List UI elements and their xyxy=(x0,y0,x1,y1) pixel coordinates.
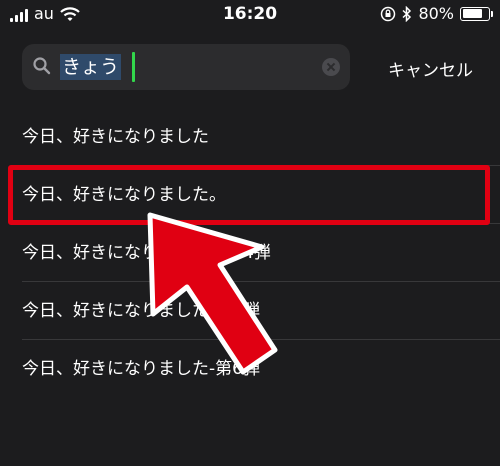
search-icon xyxy=(33,57,51,75)
rotation-lock-icon xyxy=(381,6,396,21)
clear-search-icon[interactable] xyxy=(322,58,340,76)
search-results-list: 今日、好きになりました 今日、好きになりました。 今日、好きになりました-第14… xyxy=(0,108,500,398)
search-result-item[interactable]: 今日、好きになりました-第9弾 xyxy=(0,282,500,340)
cancel-button[interactable]: キャンセル xyxy=(388,56,473,81)
text-cursor xyxy=(132,52,135,82)
status-bar: au 16:20 80% xyxy=(0,0,500,30)
search-result-item[interactable]: 今日、好きになりました-第14弾 xyxy=(0,224,500,282)
highlight-box xyxy=(8,165,490,225)
battery-percent: 80% xyxy=(418,4,454,23)
bluetooth-icon xyxy=(402,5,412,22)
battery-icon xyxy=(460,6,493,21)
battery-fill xyxy=(462,9,482,18)
status-right: 80% xyxy=(380,4,493,23)
search-field[interactable]: きょう xyxy=(22,44,350,90)
search-result-item[interactable]: 今日、好きになりました xyxy=(0,108,500,166)
search-input[interactable]: きょう xyxy=(60,54,122,80)
search-result-item[interactable]: 今日、好きになりました-第6弾 xyxy=(0,340,500,398)
